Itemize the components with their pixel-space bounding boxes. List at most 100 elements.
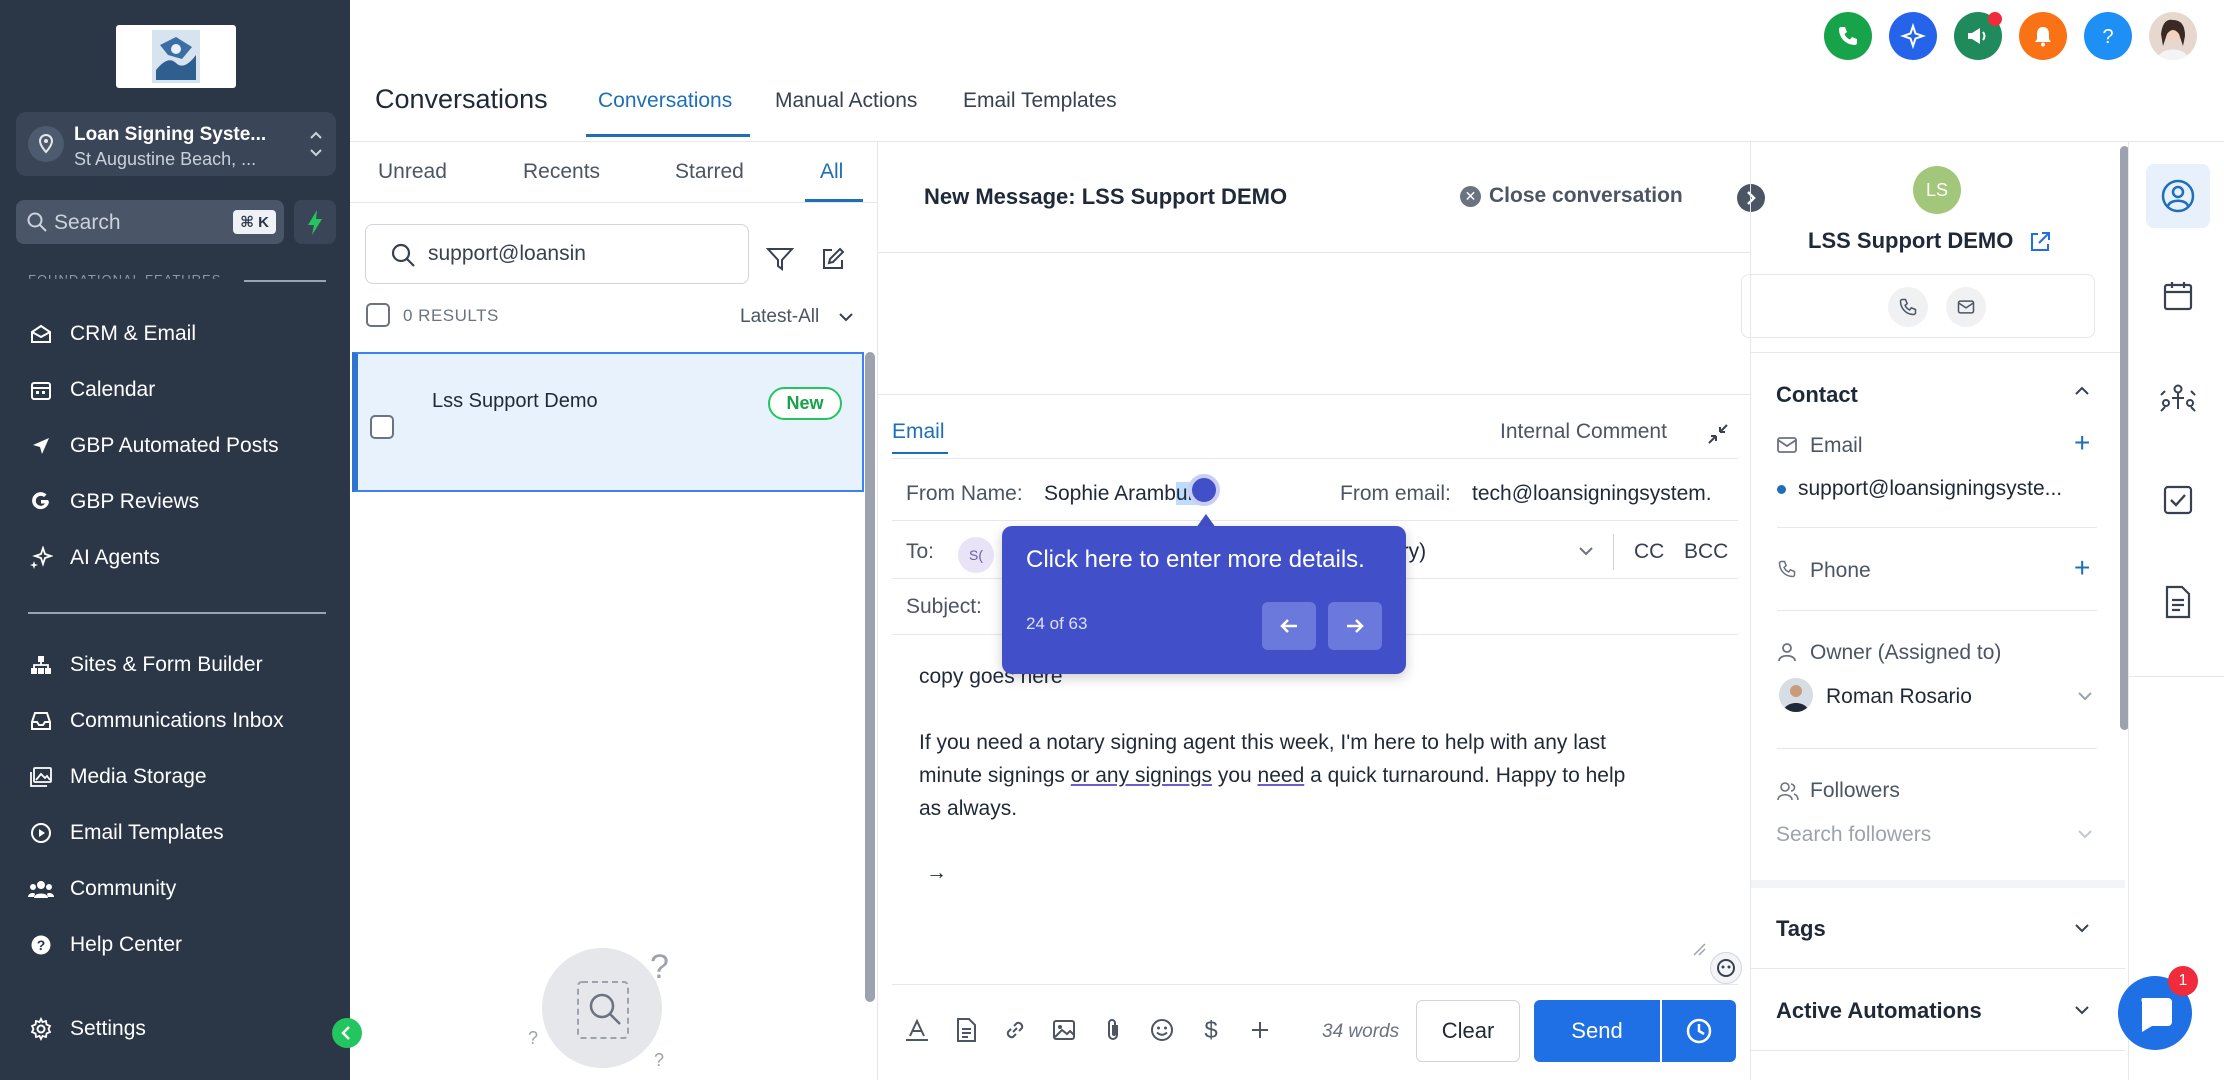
tags-section-header[interactable]: Tags xyxy=(1776,916,1826,942)
emoji-icon[interactable] xyxy=(1148,1016,1176,1044)
close-conversation-label: Close conversation xyxy=(1489,184,1683,207)
tab-email-templates[interactable]: Email Templates xyxy=(963,89,1117,113)
chevron-down-icon[interactable] xyxy=(2074,1005,2090,1015)
recipient-avatar: S( xyxy=(958,537,994,573)
help-button[interactable]: ? xyxy=(2084,12,2132,60)
sidebar-collapse-button[interactable] xyxy=(332,1018,362,1048)
from-divider xyxy=(892,520,1738,521)
chevron-updown-icon xyxy=(308,126,324,162)
close-conversation-button[interactable]: ✕ Close conversation xyxy=(1460,184,1683,208)
tab-manual-actions[interactable]: Manual Actions xyxy=(775,89,917,113)
contact-email-value[interactable]: support@loansigningsyste... xyxy=(1798,477,2062,501)
filter-icon[interactable] xyxy=(766,246,794,272)
sidebar-item-community[interactable]: Community xyxy=(28,869,338,909)
sidebar-item-settings[interactable]: Settings xyxy=(28,1009,338,1049)
list-scrollbar[interactable] xyxy=(865,352,875,1002)
phone-button[interactable] xyxy=(1824,12,1872,60)
toggle-contact-panel-button[interactable] xyxy=(1737,184,1765,212)
sidebar-item-ai-agents[interactable]: AI Agents xyxy=(28,538,338,578)
cc-button[interactable]: CC xyxy=(1634,540,1664,564)
filter-tab-all[interactable]: All xyxy=(820,160,843,184)
ai-assist-button[interactable] xyxy=(1889,12,1937,60)
add-email-button[interactable]: + xyxy=(2074,427,2090,459)
text-format-icon[interactable] xyxy=(903,1016,931,1044)
bcc-button[interactable]: BCC xyxy=(1684,540,1728,564)
send-button[interactable]: Send xyxy=(1534,1000,1660,1062)
quick-action-button[interactable] xyxy=(294,200,336,244)
opportunities-icon[interactable] xyxy=(2156,376,2200,420)
owner-select[interactable]: Roman Rosario xyxy=(1826,685,1972,709)
sidebar-item-sites[interactable]: Sites & Form Builder xyxy=(28,645,338,685)
from-name-input[interactable]: Sophie Aramburr xyxy=(1044,482,1202,506)
email-contact-button[interactable] xyxy=(1946,287,1986,327)
tour-next-button[interactable] xyxy=(1328,602,1382,650)
from-name-label: From Name: xyxy=(906,482,1023,505)
conversation-item[interactable] xyxy=(352,352,864,492)
add-phone-button[interactable]: + xyxy=(2074,552,2090,584)
clear-button[interactable]: Clear xyxy=(1416,1000,1520,1062)
toolbar-divider xyxy=(892,984,1738,985)
followers-label: Followers xyxy=(1810,779,1900,802)
user-avatar[interactable] xyxy=(2149,12,2197,60)
sidebar-item-media[interactable]: Media Storage xyxy=(28,757,338,797)
external-link-icon[interactable] xyxy=(2028,230,2052,254)
schedule-send-button[interactable] xyxy=(1662,1000,1736,1062)
notes-icon[interactable] xyxy=(2156,580,2200,624)
chevron-up-icon[interactable] xyxy=(2074,386,2090,396)
company-logo[interactable] xyxy=(116,25,236,88)
sidebar-item-help[interactable]: ? Help Center xyxy=(28,925,338,965)
from-email-input[interactable]: tech@loansigningsystem. xyxy=(1472,482,1712,506)
composer-tab-email[interactable]: Email xyxy=(892,420,945,444)
grammar-assistant-icon[interactable] xyxy=(1710,952,1742,984)
attachment-icon[interactable] xyxy=(1099,1016,1127,1044)
contact-section-header[interactable]: Contact xyxy=(1776,382,1858,408)
conversation-search-input[interactable]: support@loansin xyxy=(365,224,749,284)
compose-icon[interactable] xyxy=(820,246,846,272)
sort-dropdown[interactable]: Latest-All xyxy=(740,306,854,328)
contact-details-icon[interactable] xyxy=(2156,174,2200,218)
notifications-button[interactable] xyxy=(2019,12,2067,60)
filter-tab-recents[interactable]: Recents xyxy=(523,160,600,184)
chevron-down-icon[interactable] xyxy=(2074,923,2090,933)
image-icon[interactable] xyxy=(1050,1016,1078,1044)
plus-icon[interactable] xyxy=(1246,1016,1274,1044)
body-line: as always. xyxy=(919,797,1018,820)
template-icon[interactable] xyxy=(952,1016,980,1044)
sidebar-item-gbp-posts[interactable]: GBP Automated Posts xyxy=(28,426,338,466)
tooltip-text: Click here to enter more details. xyxy=(1026,546,1365,573)
sidebar-item-inbox[interactable]: Communications Inbox xyxy=(28,701,338,741)
field-divider xyxy=(1777,527,2097,528)
contact-name[interactable]: LSS Support DEMO xyxy=(1808,228,2013,254)
composer-tab-internal-comment[interactable]: Internal Comment xyxy=(1500,420,1667,444)
conversation-checkbox[interactable] xyxy=(370,415,394,439)
tab-conversations[interactable]: Conversations xyxy=(598,89,732,113)
account-name: Loan Signing Syste... xyxy=(74,124,267,145)
filter-tab-starred[interactable]: Starred xyxy=(675,160,744,184)
announcements-button[interactable] xyxy=(1954,12,2002,60)
sidebar-search[interactable]: Search ⌘ K xyxy=(16,200,284,244)
payment-icon[interactable]: $ xyxy=(1197,1016,1225,1044)
account-switcher[interactable]: Loan Signing Syste... St Augustine Beach… xyxy=(16,112,336,176)
call-contact-button[interactable] xyxy=(1888,287,1928,327)
select-all-checkbox[interactable] xyxy=(366,303,390,327)
resize-handle-icon[interactable] xyxy=(1692,942,1706,956)
chevron-down-icon[interactable] xyxy=(2077,829,2093,839)
followers-search-input[interactable]: Search followers xyxy=(1776,823,1931,847)
mail-icon xyxy=(1957,300,1975,314)
sidebar-item-email-templates[interactable]: Email Templates xyxy=(28,813,338,853)
chevron-down-icon[interactable] xyxy=(2077,691,2093,701)
link-icon[interactable] xyxy=(1001,1016,1029,1044)
automations-section-header[interactable]: Active Automations xyxy=(1776,998,1982,1024)
calendar-icon[interactable] xyxy=(2156,274,2200,318)
tasks-icon[interactable] xyxy=(2156,478,2200,522)
chevron-down-icon[interactable] xyxy=(1578,546,1594,556)
sidebar-item-crm-email[interactable]: CRM & Email xyxy=(28,314,338,354)
users-icon xyxy=(28,876,54,902)
sidebar-item-label: CRM & Email xyxy=(70,322,197,345)
sidebar-item-calendar[interactable]: Calendar xyxy=(28,370,338,410)
search-icon xyxy=(390,242,416,268)
tour-previous-button[interactable] xyxy=(1262,602,1316,650)
collapse-composer-icon[interactable] xyxy=(1706,422,1730,446)
sidebar-item-gbp-reviews[interactable]: GBP Reviews xyxy=(28,482,338,522)
filter-tab-unread[interactable]: Unread xyxy=(378,160,447,184)
